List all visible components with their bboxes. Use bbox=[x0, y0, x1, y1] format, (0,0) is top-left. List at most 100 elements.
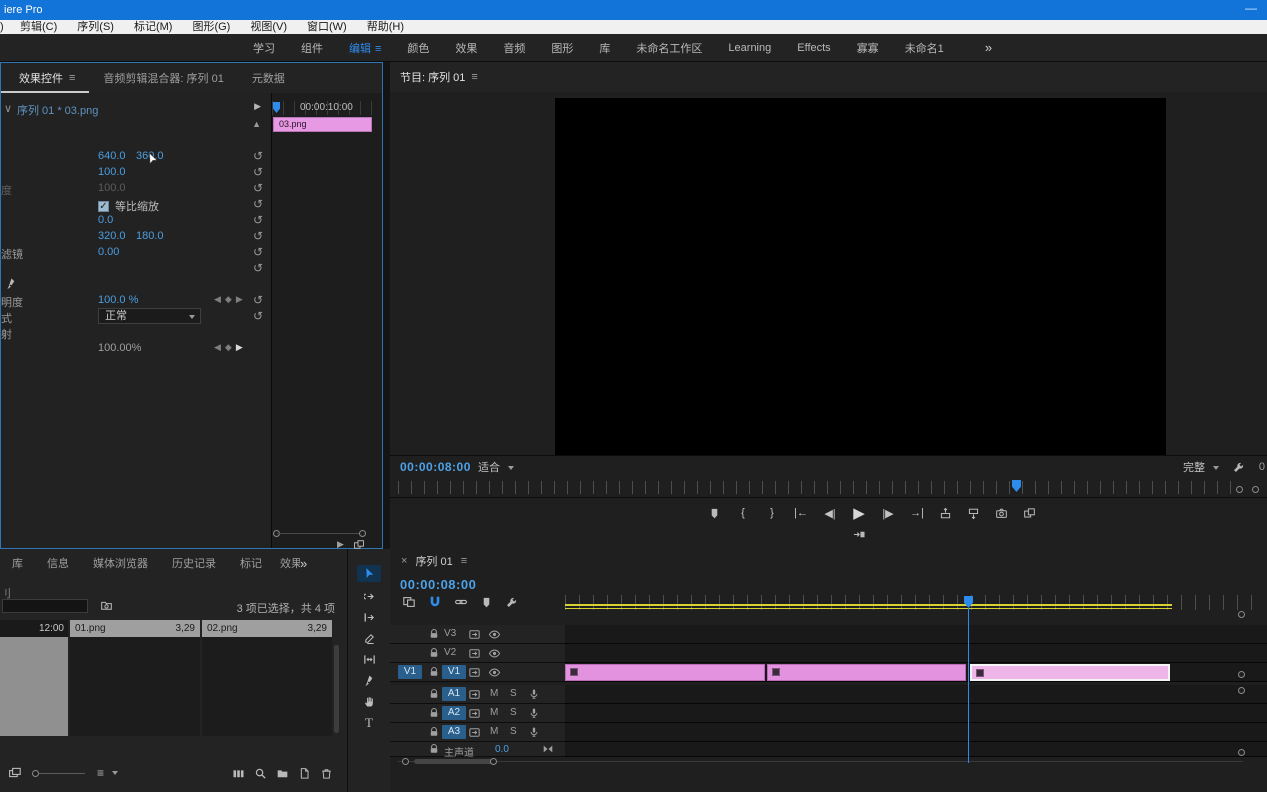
goto-out-button[interactable]: →| bbox=[910, 507, 924, 519]
tab-libraries[interactable]: 库 bbox=[0, 548, 35, 578]
quality-dropdown[interactable]: 完整 bbox=[1183, 460, 1219, 476]
new-bin-icon[interactable] bbox=[276, 767, 289, 780]
tab-effect-controls[interactable]: 效果控件 ≡ bbox=[1, 63, 89, 93]
sync-lock-icon[interactable] bbox=[468, 628, 481, 641]
workspace-tab-graphics[interactable]: 图形 bbox=[538, 40, 586, 56]
item-preview[interactable] bbox=[70, 637, 200, 736]
program-timecode[interactable]: 00:00:08:00 bbox=[400, 460, 471, 474]
project-scrollbar[interactable] bbox=[334, 645, 339, 733]
chevron-down-icon[interactable] bbox=[112, 771, 119, 775]
mute-button[interactable]: M bbox=[490, 726, 498, 737]
tab-media-browser[interactable]: 媒体浏览器 bbox=[81, 548, 160, 578]
track-eye-icon[interactable] bbox=[488, 647, 501, 660]
lock-icon[interactable] bbox=[428, 726, 440, 738]
step-back-button[interactable]: ◀| bbox=[823, 507, 837, 520]
workspace-tab-unnamed-workspace[interactable]: 未命名工作区 bbox=[623, 40, 715, 56]
source-patch-v1[interactable]: V1 bbox=[398, 665, 422, 679]
razor-tool[interactable] bbox=[357, 632, 381, 645]
reset-rotation-button[interactable]: ↺ bbox=[253, 213, 263, 227]
track-height-knob[interactable] bbox=[1238, 687, 1245, 694]
kf-add-icon[interactable]: ◆ bbox=[225, 342, 236, 352]
workspace-tab-effects-cn[interactable]: 效果 bbox=[442, 40, 490, 56]
antiflicker-value[interactable]: 0.00 bbox=[98, 246, 119, 258]
comparison-view-icon[interactable] bbox=[1023, 507, 1036, 520]
fit-dropdown[interactable]: 适合 bbox=[478, 460, 514, 476]
workspace-tab-editing[interactable]: 编辑 ≡ bbox=[336, 40, 394, 56]
track-lane-v2[interactable] bbox=[565, 644, 1267, 663]
slip-tool[interactable] bbox=[357, 653, 381, 666]
mark-out-button[interactable]: } bbox=[765, 507, 779, 519]
collapse-chevron-icon[interactable]: ∨ bbox=[4, 102, 12, 115]
tab-program-monitor[interactable]: 节目: 序列 01 ≡ bbox=[390, 62, 492, 92]
sort-icon[interactable]: ≡ bbox=[97, 766, 104, 780]
track-height-knob[interactable] bbox=[1238, 611, 1245, 618]
track-height-knob[interactable] bbox=[1238, 749, 1245, 756]
menu-window[interactable]: 窗口(W) bbox=[297, 20, 357, 34]
workspace-tab-effects-en[interactable]: Effects bbox=[784, 42, 843, 54]
workspace-tab-custom[interactable]: 寡寡 bbox=[844, 40, 892, 56]
kf-prev-icon[interactable]: ◀ bbox=[214, 294, 225, 304]
lift-icon[interactable] bbox=[939, 507, 952, 520]
hand-tool[interactable] bbox=[357, 695, 381, 708]
add-marker-icon[interactable] bbox=[708, 507, 721, 520]
menu-view[interactable]: 视图(V) bbox=[240, 20, 297, 34]
opacity-value[interactable]: 100.0 % bbox=[98, 294, 138, 306]
project-item[interactable]: 01.png 3,29 bbox=[70, 620, 200, 637]
ripple-edit-tool[interactable] bbox=[357, 611, 381, 624]
rotation-value[interactable]: 0.0 bbox=[98, 214, 113, 226]
panel-menu-icon[interactable]: ≡ bbox=[461, 555, 467, 567]
close-sequence-button[interactable]: × bbox=[401, 555, 407, 567]
track-label-v2[interactable]: V2 bbox=[444, 647, 456, 658]
sync-lock-icon[interactable] bbox=[468, 688, 481, 701]
track-eye-icon[interactable] bbox=[488, 628, 501, 641]
lock-icon[interactable] bbox=[428, 688, 440, 700]
lock-icon[interactable] bbox=[428, 666, 440, 678]
list-view-icon[interactable] bbox=[8, 766, 22, 780]
track-lane-v1[interactable] bbox=[565, 663, 1267, 682]
timeline-settings-wrench-icon[interactable] bbox=[505, 596, 518, 609]
track-lane-a2[interactable] bbox=[565, 704, 1267, 723]
zoom-slider-track[interactable] bbox=[39, 772, 85, 774]
tab-info[interactable]: 信息 bbox=[35, 548, 81, 578]
reset-scale-button[interactable]: ↺ bbox=[253, 165, 263, 179]
voiceover-mic-icon[interactable] bbox=[528, 688, 540, 700]
master-level-value[interactable]: 0.0 bbox=[495, 744, 509, 755]
workspace-tab-libraries[interactable]: 库 bbox=[586, 40, 623, 56]
blend-mode-dropdown[interactable]: 正常 bbox=[98, 308, 201, 324]
find-icon[interactable] bbox=[254, 767, 267, 780]
workspace-tab-audio[interactable]: 音频 bbox=[490, 40, 538, 56]
type-tool[interactable]: T bbox=[357, 715, 381, 730]
track-eye-icon[interactable] bbox=[488, 666, 501, 679]
tab-sequence[interactable]: 序列 01 bbox=[415, 553, 452, 569]
zoom-scroll-thumb[interactable] bbox=[414, 759, 494, 764]
program-scrubber[interactable] bbox=[398, 481, 1238, 494]
tab-metadata[interactable]: 元数据 bbox=[238, 63, 299, 93]
timeline-clip-1[interactable] bbox=[565, 664, 765, 681]
track-lane-a1[interactable] bbox=[565, 685, 1267, 704]
workspace-tab-assembly[interactable]: 组件 bbox=[288, 40, 336, 56]
lock-icon[interactable] bbox=[428, 628, 440, 640]
lock-icon[interactable] bbox=[428, 647, 440, 659]
fit-bowtie-icon[interactable] bbox=[542, 743, 554, 755]
track-target-a3[interactable]: A3 bbox=[442, 725, 466, 739]
timeline-zoom-scrollbar[interactable] bbox=[398, 757, 1243, 766]
ec-clip-bar[interactable]: 03.png bbox=[273, 117, 372, 132]
workspace-menu-icon[interactable]: ≡ bbox=[375, 43, 381, 55]
workspace-tab-color[interactable]: 颜色 bbox=[394, 40, 442, 56]
workspace-tab-unnamed1[interactable]: 未命名1 bbox=[892, 40, 957, 56]
timeline-clip-3-selected[interactable] bbox=[970, 664, 1170, 681]
scrubber-knob[interactable] bbox=[1252, 486, 1259, 493]
track-lane-master[interactable] bbox=[565, 742, 1267, 757]
mute-button[interactable]: M bbox=[490, 707, 498, 718]
project-item[interactable]: 02.png 3,29 bbox=[202, 620, 332, 637]
scrubber-knob[interactable] bbox=[1236, 486, 1243, 493]
play-clip-icon[interactable]: ▶ bbox=[254, 101, 261, 112]
reset-anchor-button[interactable]: ↺ bbox=[253, 229, 263, 243]
menu-markers[interactable]: 标记(M) bbox=[124, 20, 183, 34]
snap-icon[interactable] bbox=[428, 595, 442, 609]
track-height-knob[interactable] bbox=[1238, 671, 1245, 678]
collapse-up-icon[interactable]: ▲ bbox=[252, 119, 261, 129]
reset-scale-width-button[interactable]: ↺ bbox=[253, 181, 263, 195]
pen-mask-icon[interactable] bbox=[5, 277, 18, 290]
kf-next-icon[interactable]: ▶ bbox=[236, 294, 247, 304]
